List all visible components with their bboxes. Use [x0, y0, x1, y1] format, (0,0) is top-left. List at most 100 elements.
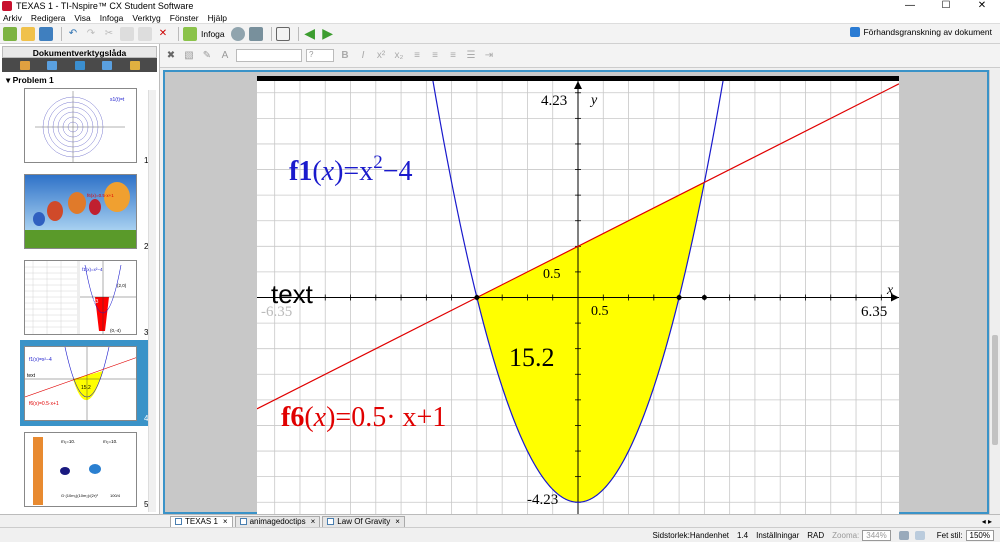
menu-arkiv[interactable]: Arkiv — [3, 13, 22, 23]
font-size-select[interactable]: ? — [306, 49, 334, 62]
calculator-icon[interactable] — [230, 26, 245, 41]
menu-redigera[interactable]: Redigera — [31, 13, 66, 23]
paste-icon[interactable] — [138, 26, 152, 41]
line-color-icon[interactable]: ✎ — [200, 49, 214, 63]
menu-fonster[interactable]: Fönster — [170, 13, 199, 23]
save-icon[interactable] — [39, 26, 53, 41]
font-family-select[interactable] — [236, 49, 302, 62]
emulator-tab-icon[interactable] — [74, 60, 85, 70]
align-center-icon[interactable]: ≡ — [428, 49, 442, 63]
page-thumbnail-3[interactable]: f1(x)=x²−4 (2,0) (0,-4) -5.33 — [24, 260, 137, 335]
settings-status[interactable]: Inställningar — [756, 531, 799, 540]
angle-mode-status[interactable]: RAD — [807, 531, 824, 540]
menu-infoga[interactable]: Infoga — [100, 13, 124, 23]
zoom-label: Zooma: — [832, 530, 860, 540]
page-size-status[interactable]: Sidstorlek:Handenhet — [653, 531, 730, 540]
page-sorter-tab-icon[interactable] — [47, 60, 57, 70]
thumb5-m2: m₂=10. — [103, 439, 117, 444]
font-size-select[interactable]: 150% — [965, 529, 994, 541]
content-tab-icon[interactable] — [129, 60, 140, 70]
next-page-icon[interactable]: ▶ — [321, 25, 335, 41]
sidebar-scrollbar[interactable] — [148, 90, 156, 512]
bold-icon[interactable]: B — [338, 49, 352, 63]
thumb5-formula: G·(10m₁)(10m₂)/(2r)² — [61, 493, 99, 498]
maximize-icon[interactable]: ☐ — [928, 0, 964, 12]
copy-icon[interactable] — [120, 26, 134, 41]
page-layout-icon[interactable] — [275, 26, 290, 41]
close-icon[interactable]: × — [311, 517, 316, 526]
undo-icon[interactable]: ↶ — [66, 27, 80, 41]
menu-hjalp[interactable]: Hjälp — [208, 13, 227, 23]
fill-color-icon[interactable]: ▧ — [182, 49, 196, 63]
area-value-label[interactable]: 15.2 — [509, 343, 555, 372]
workspace-scrollbar[interactable] — [989, 70, 1000, 514]
close-icon[interactable]: ✕ — [964, 0, 1000, 12]
tab-law-of-gravity[interactable]: Law Of Gravity × — [322, 515, 405, 527]
tab-texas-1[interactable]: TEXAS 1 × — [170, 515, 233, 527]
problem-title: Problem 1 — [12, 75, 54, 85]
y-min-label: -4.23 — [527, 492, 558, 508]
y-tick-label: 0.5 — [543, 267, 561, 282]
text-label[interactable]: text — [271, 279, 314, 309]
document-preview-button[interactable]: Förhandsgranskning av dokument — [850, 27, 992, 37]
spreadsheet-graph-thumbnail: f1(x)=x²−4 (2,0) (0,-4) -5.33 — [25, 261, 136, 334]
cut-icon[interactable]: ✂ — [102, 27, 116, 41]
handheld-view-icon[interactable] — [914, 530, 925, 540]
page-thumbnail-1[interactable]: s1(t)=t — [24, 88, 137, 163]
tools-tab-icon[interactable] — [19, 60, 30, 70]
point[interactable] — [701, 295, 707, 300]
insert-icon[interactable] — [183, 26, 197, 41]
problem-header[interactable]: ▾ Problem 1 — [0, 72, 159, 88]
open-icon[interactable] — [21, 26, 35, 41]
new-document-icon[interactable] — [3, 26, 17, 41]
list-icon[interactable]: ☰ — [464, 49, 478, 63]
previous-page-icon[interactable]: ◀ — [303, 25, 317, 41]
page-thumbnail-4[interactable]: f1(x)=x²−4 text 15.2 f6(x)=0.5·x+1 — [24, 346, 137, 421]
page-thumbnails: s1(t)=t 1 f6(x)=0.5·x+1 2 f1(x)=x²−4 (2,… — [6, 88, 158, 512]
workspace: 4.23 y x 6.35 -6.35 -4.23 0.5 0.5 text 1… — [163, 70, 989, 514]
tab-scroll-arrows[interactable]: ◂ ▸ — [982, 517, 992, 526]
zoom-select[interactable]: 344% — [862, 529, 891, 541]
point[interactable] — [474, 295, 480, 300]
thumb3-fn: f1(x)=x²−4 — [82, 267, 103, 272]
page-thumbnail-2[interactable]: f6(x)=0.5·x+1 — [24, 174, 137, 249]
tab-animagedoctips[interactable]: animagedoctips × — [234, 515, 321, 527]
f1-equation-label[interactable]: f1(x)=x2−4 — [289, 152, 413, 187]
align-right-icon[interactable]: ≡ — [446, 49, 460, 63]
utilities-tab-icon[interactable] — [102, 60, 112, 70]
close-icon[interactable]: × — [395, 517, 400, 526]
toolbar-separator — [297, 26, 299, 41]
thumb3-pt1: (2,0) — [117, 283, 127, 288]
subscript-icon[interactable]: x₂ — [392, 49, 406, 63]
document-toolbox: Dokumentverktygslåda ▾ Problem 1 s1(t)=t… — [0, 44, 160, 514]
graph-canvas[interactable]: 4.23 y x 6.35 -6.35 -4.23 0.5 0.5 text 1… — [257, 81, 899, 514]
screen-capture-icon[interactable] — [248, 26, 263, 41]
indent-icon[interactable]: ⇥ — [482, 49, 496, 63]
computer-view-icon[interactable] — [898, 530, 909, 540]
text-color-icon[interactable]: A — [218, 49, 232, 63]
close-icon[interactable]: × — [223, 517, 228, 526]
redo-icon[interactable]: ↷ — [84, 27, 98, 41]
graph-page[interactable]: 4.23 y x 6.35 -6.35 -4.23 0.5 0.5 text 1… — [257, 76, 899, 514]
thumb4-area: 15.2 — [81, 385, 91, 391]
align-left-icon[interactable]: ≡ — [410, 49, 424, 63]
page-thumbnail-5[interactable]: m₁=10. m₂=10. G·(10m₁)(10m₂)/(2r)² 100/4 — [24, 432, 137, 507]
menu-verktyg[interactable]: Verktyg — [132, 13, 160, 23]
x-axis-label: x — [886, 283, 894, 298]
italic-icon[interactable]: I — [356, 49, 370, 63]
minimize-icon[interactable]: — — [892, 0, 928, 12]
f6-equation-label[interactable]: f6(x)=0.5· x+1 — [281, 402, 446, 433]
toolbar-separator — [270, 26, 272, 41]
title-bar: TEXAS 1 - TI-Nspire™ CX Student Software… — [0, 0, 1000, 12]
tools-icon[interactable]: ✖ — [164, 49, 178, 63]
y-axis-label: y — [589, 93, 598, 108]
thumb3-area: -5.33 — [87, 299, 99, 305]
thumb2-label: f6(x)=0.5·x+1 — [87, 193, 114, 198]
superscript-icon[interactable]: x² — [374, 49, 388, 63]
insert-button-label[interactable]: Infoga — [201, 29, 225, 39]
menu-visa[interactable]: Visa — [74, 13, 90, 23]
point[interactable] — [676, 295, 682, 300]
delete-icon[interactable]: ✕ — [156, 27, 170, 41]
scroll-thumb[interactable] — [992, 335, 998, 445]
app-icon — [2, 1, 12, 11]
